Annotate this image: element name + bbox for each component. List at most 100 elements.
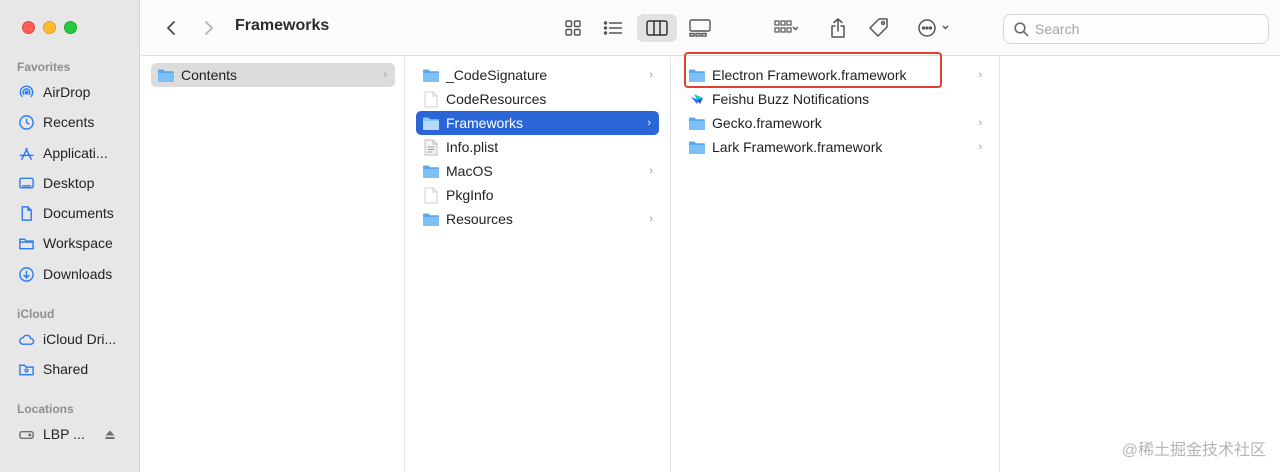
grid-icon <box>565 20 581 36</box>
list-item-coderesources[interactable]: CodeResources <box>416 87 661 111</box>
column-1: Contents › <box>141 57 405 472</box>
sidebar: Favorites AirDrop Recents Applicati... D… <box>0 0 140 472</box>
download-icon <box>17 265 35 283</box>
icloud-heading: iCloud <box>17 307 55 321</box>
list-icon <box>603 21 622 35</box>
sidebar-item-lbp[interactable]: LBP ... <box>17 422 103 446</box>
folder-icon <box>17 234 35 252</box>
folder-icon <box>422 67 440 83</box>
file-icon <box>422 187 440 203</box>
gallery-view-button[interactable] <box>683 14 717 42</box>
plist-file-icon <box>422 139 440 155</box>
shared-folder-icon <box>17 360 35 378</box>
column-4 <box>1001 57 1280 472</box>
gallery-icon <box>689 19 711 37</box>
folder-icon <box>688 115 706 131</box>
tag-icon <box>869 18 888 37</box>
search-icon <box>1014 21 1029 36</box>
list-item-feishu-buzz-notifications[interactable]: Feishu Buzz Notifications <box>682 87 990 111</box>
search-field[interactable] <box>1003 14 1269 44</box>
list-item-lark-framework[interactable]: Lark Framework.framework › <box>682 135 990 159</box>
list-item-label: Contents <box>181 67 238 83</box>
list-item-macos[interactable]: MacOS › <box>416 159 661 183</box>
sidebar-item-airdrop[interactable]: AirDrop <box>17 80 135 104</box>
list-item-label: Gecko.framework <box>712 115 822 131</box>
window-controls <box>22 21 77 34</box>
column-3: Electron Framework.framework › Feishu Bu… <box>672 57 1000 472</box>
watermark: @稀土掘金技术社区 <box>1121 442 1266 459</box>
list-item-label: Frameworks <box>446 115 524 131</box>
column-2: _CodeSignature › CodeResources Framework… <box>406 57 671 472</box>
locations-heading: Locations <box>17 402 74 416</box>
group-icon <box>774 20 798 33</box>
list-item-label: MacOS <box>446 163 493 179</box>
chevron-right-icon: › <box>647 117 651 129</box>
sidebar-item-workspace[interactable]: Workspace <box>17 231 135 255</box>
sidebar-item-label: Documents <box>43 205 114 221</box>
applications-icon <box>17 144 35 162</box>
sidebar-item-label: Downloads <box>43 266 113 282</box>
share-button[interactable] <box>827 14 849 42</box>
chevron-right-icon: › <box>649 165 653 177</box>
eject-icon[interactable] <box>104 428 116 440</box>
sidebar-item-label: Workspace <box>43 235 113 251</box>
search-input[interactable] <box>1035 21 1255 37</box>
close-window-button[interactable] <box>22 21 35 34</box>
list-item-gecko-framework[interactable]: Gecko.framework › <box>682 111 990 135</box>
minimize-window-button[interactable] <box>43 21 56 34</box>
list-view-button[interactable] <box>597 14 629 42</box>
highlight-box <box>684 52 942 88</box>
chevron-right-icon: › <box>383 69 387 81</box>
list-item-label: Lark Framework.framework <box>712 139 883 155</box>
folder-icon <box>422 163 440 179</box>
sidebar-item-label: Desktop <box>43 175 95 191</box>
chevron-right-icon <box>205 21 213 35</box>
chevron-right-icon: › <box>978 141 982 153</box>
list-item-label: Resources <box>446 211 513 227</box>
tags-button[interactable] <box>867 14 891 42</box>
list-item-label: _CodeSignature <box>446 67 548 83</box>
sidebar-item-label: LBP ... <box>43 426 85 442</box>
icon-view-button[interactable] <box>557 14 589 42</box>
sidebar-item-icloud-drive[interactable]: iCloud Dri... <box>17 327 135 351</box>
sidebar-item-desktop[interactable]: Desktop <box>17 171 135 195</box>
list-item-contents[interactable]: Contents › <box>151 63 395 87</box>
chevron-right-icon: › <box>649 69 653 81</box>
group-button[interactable] <box>765 14 807 42</box>
ellipsis-circle-icon <box>918 19 949 37</box>
list-item-codesignature[interactable]: _CodeSignature › <box>416 63 661 87</box>
list-item-label: CodeResources <box>446 91 547 107</box>
favorites-heading: Favorites <box>17 60 71 74</box>
airdrop-icon <box>17 83 35 101</box>
list-item-pkginfo[interactable]: PkgInfo <box>416 183 661 207</box>
sidebar-item-downloads[interactable]: Downloads <box>17 262 135 286</box>
disk-icon <box>17 425 35 443</box>
forward-button[interactable] <box>199 16 219 40</box>
folder-icon <box>688 139 706 155</box>
list-item-label: PkgInfo <box>446 187 494 203</box>
folder-icon <box>157 67 175 83</box>
more-actions-button[interactable] <box>913 14 955 42</box>
back-button[interactable] <box>161 16 181 40</box>
list-item-resources[interactable]: Resources › <box>416 207 661 231</box>
list-item-frameworks[interactable]: Frameworks › <box>416 111 659 135</box>
clock-icon <box>17 113 35 131</box>
sidebar-item-documents[interactable]: Documents <box>17 201 135 225</box>
toolbar: Frameworks <box>141 0 1280 56</box>
chevron-left-icon <box>167 21 175 35</box>
desktop-icon <box>17 174 35 192</box>
sidebar-item-shared[interactable]: Shared <box>17 357 135 381</box>
sidebar-item-label: Recents <box>43 114 95 130</box>
sidebar-item-label: Applicati... <box>43 145 108 161</box>
zoom-window-button[interactable] <box>64 21 77 34</box>
sidebar-item-recents[interactable]: Recents <box>17 110 135 134</box>
list-item-label: Info.plist <box>446 139 499 155</box>
sidebar-item-label: AirDrop <box>43 84 91 100</box>
list-item-info-plist[interactable]: Info.plist <box>416 135 661 159</box>
column-view-button[interactable] <box>637 14 677 42</box>
sidebar-item-applications[interactable]: Applicati... <box>17 141 135 165</box>
feishu-app-icon <box>688 91 706 107</box>
file-icon <box>422 91 440 107</box>
sidebar-item-label: Shared <box>43 361 89 377</box>
sidebar-item-label: iCloud Dri... <box>43 331 117 347</box>
